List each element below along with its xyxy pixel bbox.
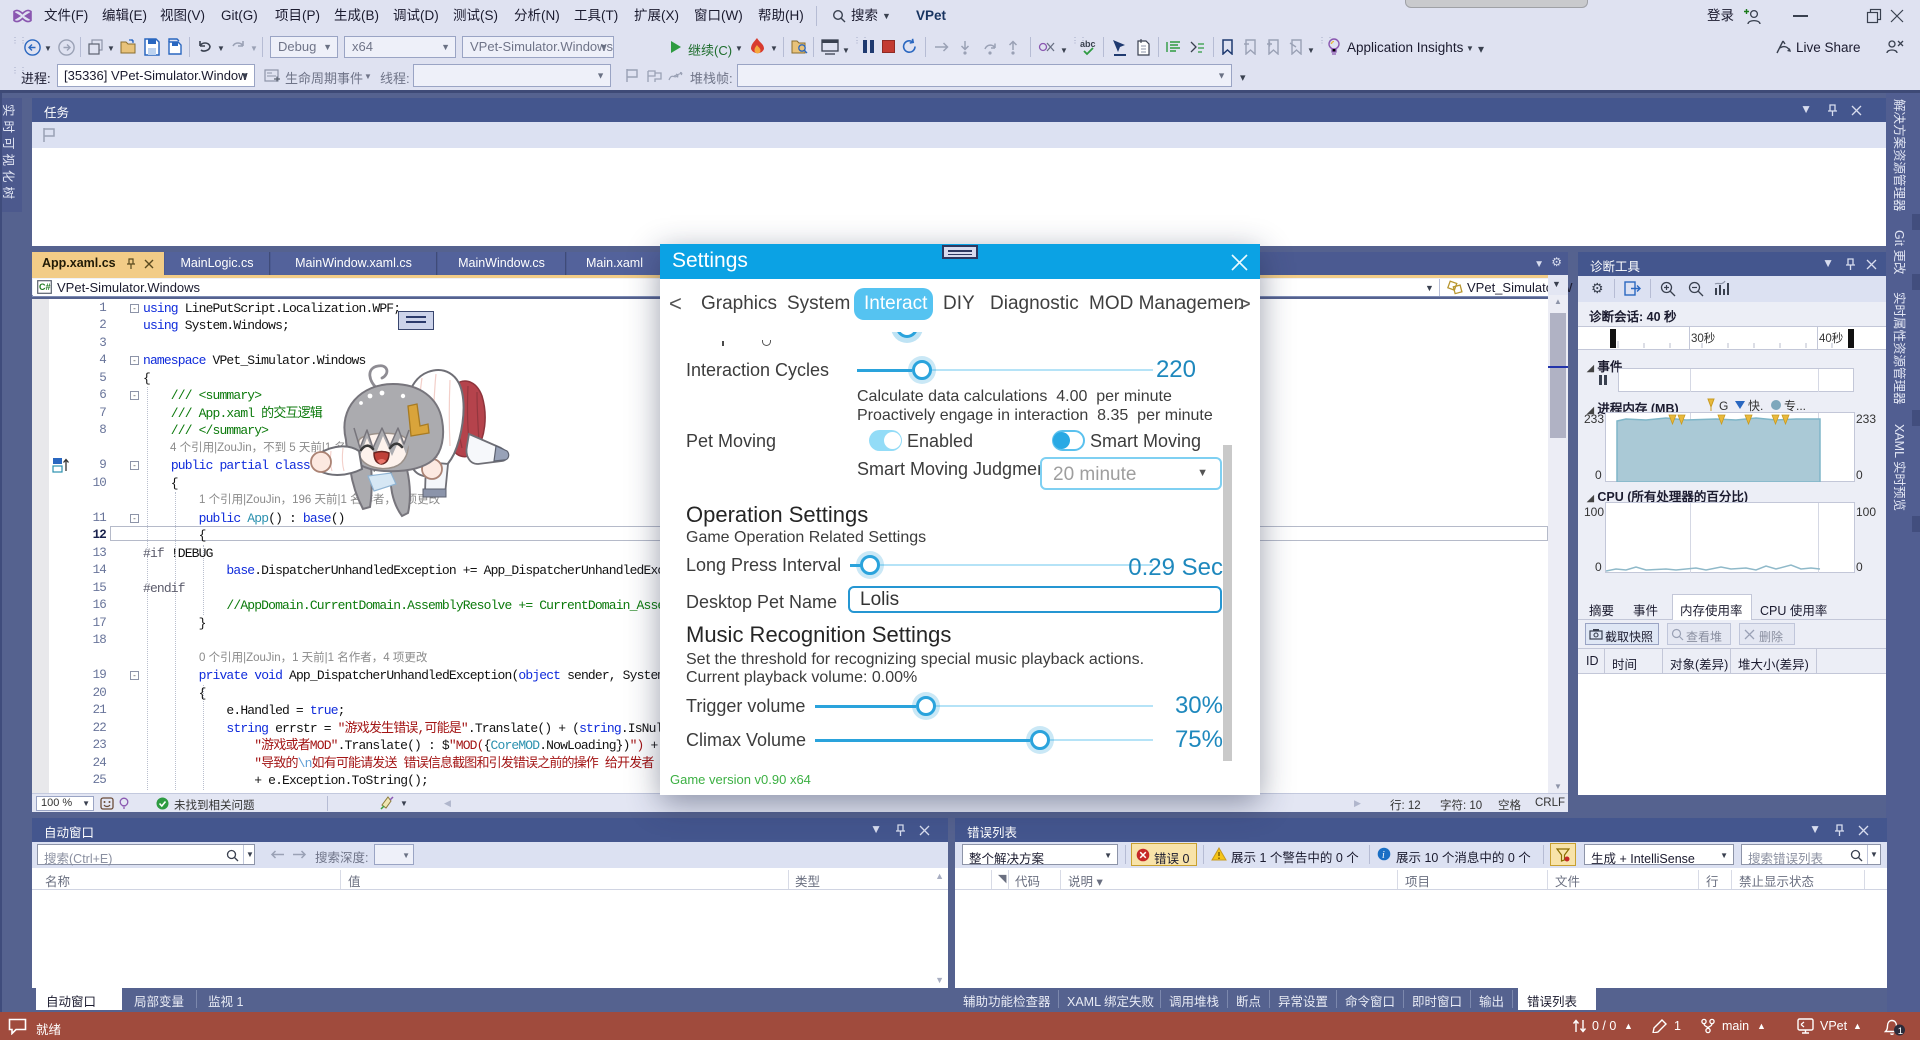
svg-text:C#: C# [39,282,51,292]
svg-text:专...: 专... [1784,398,1806,413]
svg-text:G: G [1719,399,1728,413]
svg-text:abc: abc [1080,39,1096,49]
svg-text:1: 1 [1898,1026,1903,1036]
svg-text:i: i [1382,850,1385,861]
svg-text:快.: 快. [1748,399,1763,413]
